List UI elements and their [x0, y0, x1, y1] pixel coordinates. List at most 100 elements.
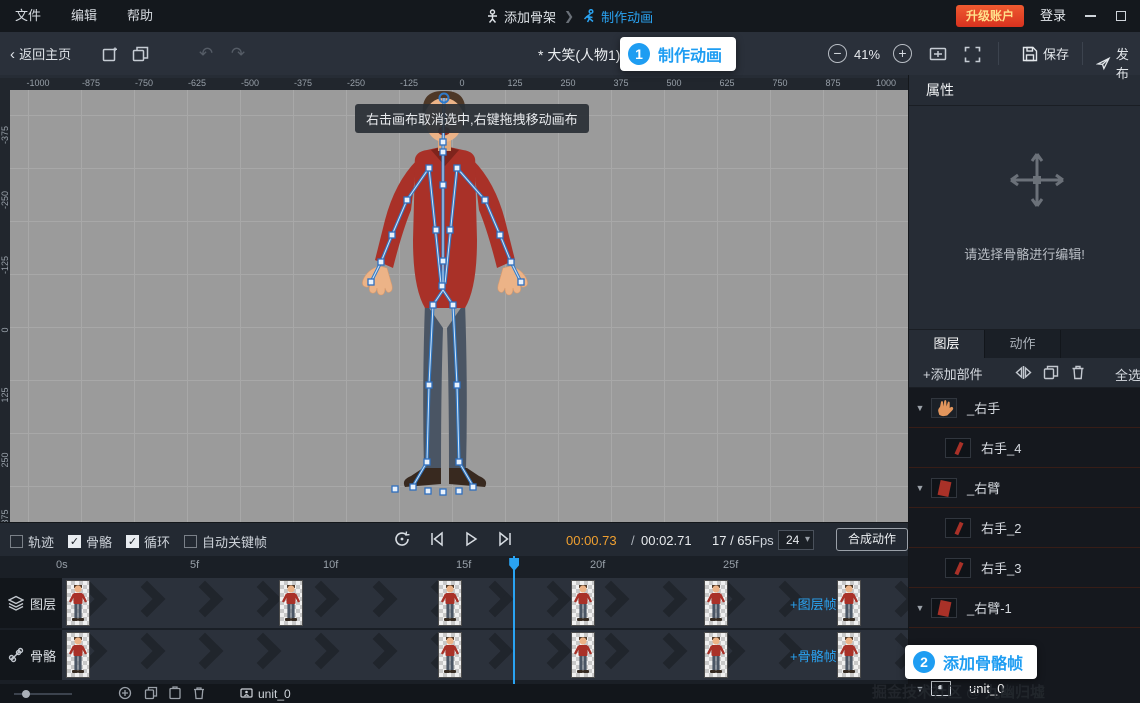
- keyframe-thumbnail[interactable]: [837, 580, 862, 626]
- duplicate-icon[interactable]: [1043, 365, 1061, 381]
- time-total: 00:02.71: [641, 533, 692, 548]
- toggle-track[interactable]: 轨迹: [10, 532, 54, 551]
- upgrade-account-button[interactable]: 升级账户: [955, 5, 1024, 27]
- fullscreen-icon[interactable]: [962, 44, 982, 64]
- paste-frame-icon[interactable]: [168, 686, 184, 702]
- timeline: 0s 5f 10f 15f 20f 25f 图层 +图层帧 骨骼 +骨骼帧: [0, 556, 908, 684]
- keyframe-thumbnail[interactable]: [66, 580, 90, 626]
- arm-thumbnail-icon: [931, 477, 957, 498]
- layer-row-right-arm-1[interactable]: _右臂-1: [909, 588, 1140, 628]
- panel-tabs: 图层 动作: [909, 330, 1140, 358]
- chevron-down-icon[interactable]: [909, 403, 931, 413]
- toggle-auto-keyframe[interactable]: 自动关键帧: [184, 532, 267, 551]
- character-figure[interactable]: [335, 90, 555, 502]
- compose-action-button[interactable]: 合成动作: [836, 528, 908, 551]
- keyframe-thumbnail[interactable]: [438, 632, 463, 678]
- callout-label: 制作动画: [658, 48, 723, 65]
- select-all-button[interactable]: 全选: [1115, 365, 1140, 384]
- keyframe-thumbnail[interactable]: [704, 580, 729, 626]
- add-bone-frame-button[interactable]: +骨骼帧: [790, 646, 837, 665]
- layer-row-child[interactable]: 右手_3: [909, 548, 1140, 588]
- tab-layers[interactable]: 图层: [909, 330, 985, 358]
- ruler-label: -250: [346, 78, 366, 88]
- bones-row-head[interactable]: 骨骼: [0, 630, 62, 680]
- layer-row-right-hand[interactable]: _右手: [909, 388, 1140, 428]
- copy-frame-icon[interactable]: [144, 686, 160, 702]
- ruler-label: 375: [0, 509, 10, 522]
- bones-track-row: 骨骼 +骨骼帧: [0, 630, 908, 680]
- back-home-button[interactable]: 返回主页: [10, 44, 71, 63]
- unit-icon: [240, 687, 253, 698]
- tab-actions[interactable]: 动作: [985, 330, 1061, 358]
- animation-canvas[interactable]: 右击画布取消选中,右键拖拽移动画布: [10, 90, 908, 522]
- playhead[interactable]: [509, 556, 520, 684]
- keyframe-thumbnail[interactable]: [438, 580, 463, 626]
- checkbox[interactable]: [184, 535, 197, 548]
- timeline-zoom-slider[interactable]: [14, 690, 72, 698]
- publish-button[interactable]: 发布: [1096, 44, 1140, 82]
- step-add-skeleton-label: 添加骨架: [504, 9, 557, 25]
- redo-icon[interactable]: [228, 44, 248, 64]
- keyframe-thumbnail[interactable]: [66, 632, 90, 678]
- toggle-loop[interactable]: 循环: [126, 532, 170, 551]
- horizontal-ruler: -1000 -875 -750 -625 -500 -375 -250 -125…: [10, 78, 908, 90]
- checkbox[interactable]: [68, 535, 81, 548]
- delete-icon[interactable]: [1071, 365, 1089, 381]
- add-frame-icon[interactable]: [118, 686, 134, 702]
- step-make-animation[interactable]: 制作动画: [582, 7, 653, 26]
- new-canvas-icon[interactable]: [100, 44, 120, 64]
- chevron-down-icon[interactable]: [909, 483, 931, 493]
- row-label: 骨骼: [30, 648, 57, 664]
- layers-track[interactable]: [62, 578, 908, 628]
- menu-help[interactable]: 帮助: [112, 0, 168, 32]
- slider-knob[interactable]: [22, 690, 30, 698]
- undo-icon[interactable]: [196, 44, 216, 64]
- keyframe-thumbnail[interactable]: [278, 580, 303, 626]
- delete-frame-icon[interactable]: [192, 686, 208, 702]
- add-part-button[interactable]: +添加部件: [923, 364, 983, 383]
- fps-dropdown[interactable]: 24: [778, 530, 814, 550]
- bones-track[interactable]: [62, 630, 908, 680]
- mirror-icon[interactable]: [1015, 365, 1033, 381]
- keyframe-thumbnail[interactable]: [837, 632, 862, 678]
- next-frame-icon[interactable]: [496, 530, 516, 550]
- ruler-label: 5f: [190, 559, 200, 571]
- restart-icon[interactable]: [393, 530, 413, 550]
- layer-row-child[interactable]: 右手_4: [909, 428, 1140, 468]
- workflow-steps: 添加骨架 ❯ 制作动画: [486, 0, 653, 32]
- zoom-in-icon[interactable]: +: [893, 44, 912, 63]
- login-button[interactable]: 登录: [1040, 0, 1066, 32]
- layer-row-child[interactable]: 右手_2: [909, 508, 1140, 548]
- ruler-label: -875: [81, 78, 101, 88]
- add-layer-frame-button[interactable]: +图层帧: [790, 594, 837, 613]
- previous-frame-icon[interactable]: [428, 530, 448, 550]
- checkbox[interactable]: [10, 535, 23, 548]
- chevron-down-icon[interactable]: [909, 603, 931, 613]
- callout-label: 添加骨骼帧: [943, 656, 1024, 673]
- checkbox[interactable]: [126, 535, 139, 548]
- layer-row-right-arm[interactable]: _右臂: [909, 468, 1140, 508]
- layers-row-head[interactable]: 图层: [0, 578, 62, 628]
- toggle-label: 自动关键帧: [202, 535, 268, 550]
- menu-edit[interactable]: 编辑: [56, 0, 112, 32]
- ruler-label: 250: [0, 452, 10, 468]
- fit-canvas-icon[interactable]: [928, 44, 948, 64]
- step-separator-icon: ❯: [564, 9, 575, 23]
- step-add-skeleton[interactable]: 添加骨架: [486, 7, 556, 26]
- duplicate-canvas-icon[interactable]: [130, 44, 150, 64]
- keyframe-thumbnail[interactable]: [571, 580, 596, 626]
- ruler-label: 0: [459, 78, 465, 88]
- timeline-ruler[interactable]: 0s 5f 10f 15f 20f 25f: [0, 556, 908, 576]
- save-button[interactable]: 保存: [1022, 44, 1069, 63]
- ruler-label: 125: [0, 387, 10, 403]
- unit-tab[interactable]: unit_0: [240, 684, 291, 703]
- menu-file[interactable]: 文件: [0, 0, 56, 32]
- keyframe-thumbnail[interactable]: [571, 632, 596, 678]
- play-icon[interactable]: [462, 530, 482, 550]
- keyframe-thumbnail[interactable]: [704, 632, 729, 678]
- toggle-bones[interactable]: 骨骼: [68, 532, 112, 551]
- menubar: 文件 编辑 帮助 添加骨架 ❯ 制作动画 升级账户 登录: [0, 0, 1140, 32]
- minimize-button[interactable]: [1076, 0, 1104, 32]
- maximize-button[interactable]: [1107, 0, 1135, 32]
- zoom-out-icon[interactable]: −: [828, 44, 847, 63]
